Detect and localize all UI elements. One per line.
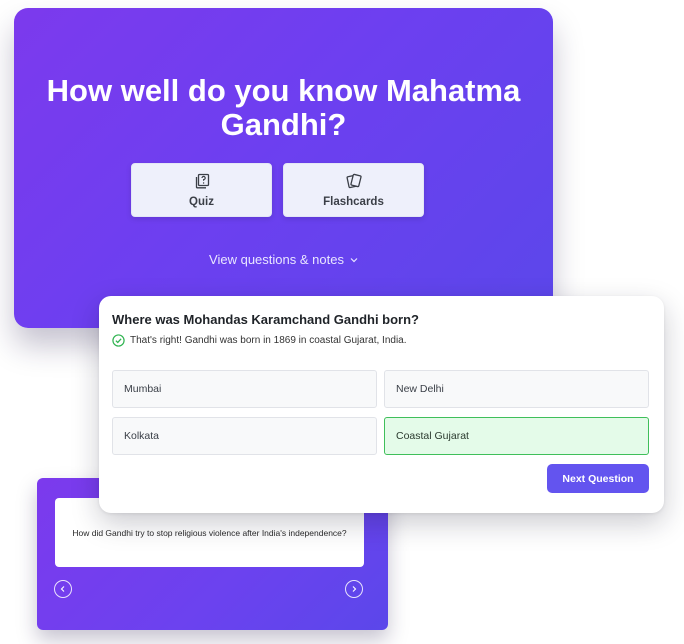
- answer-option-label: New Delhi: [396, 383, 444, 395]
- quiz-mode-label: Quiz: [189, 195, 214, 208]
- feedback-text: That's right! Gandhi was born in 1869 in…: [130, 335, 407, 346]
- chevron-down-icon: [350, 257, 358, 262]
- answer-option-label: Coastal Gujarat: [396, 430, 469, 442]
- stage: How well do you know Mahatma Gandhi? Qui…: [0, 0, 684, 644]
- flashcards-mode-button[interactable]: Flashcards: [283, 163, 424, 217]
- answer-option[interactable]: New Delhi: [384, 370, 649, 408]
- next-question-button[interactable]: Next Question: [547, 464, 649, 493]
- flashcard-question: How did Gandhi try to stop religious vio…: [72, 527, 347, 538]
- flashcard-prev-button[interactable]: [54, 580, 72, 598]
- answer-feedback: That's right! Gandhi was born in 1869 in…: [112, 334, 407, 347]
- quiz-hero-card: How well do you know Mahatma Gandhi? Qui…: [14, 8, 553, 328]
- question-card: Where was Mohandas Karamchand Gandhi bor…: [99, 296, 664, 513]
- view-questions-link[interactable]: View questions & notes: [14, 252, 553, 267]
- quiz-cards-icon: [195, 173, 209, 188]
- view-questions-label: View questions & notes: [209, 252, 344, 267]
- flashcards-mode-label: Flashcards: [323, 195, 384, 208]
- answer-option[interactable]: Mumbai: [112, 370, 377, 408]
- chevron-left-icon: [60, 586, 65, 592]
- quiz-mode-button[interactable]: Quiz: [131, 163, 272, 217]
- answer-option[interactable]: Kolkata: [112, 417, 377, 455]
- answer-option-label: Mumbai: [124, 383, 162, 395]
- answer-option-label: Kolkata: [124, 430, 160, 442]
- check-circle-icon: [112, 334, 125, 347]
- flashcard-next-button[interactable]: [345, 580, 363, 598]
- flashcards-icon: [345, 173, 362, 188]
- answer-option-correct[interactable]: Coastal Gujarat: [384, 417, 649, 455]
- hero-title: How well do you know Mahatma Gandhi?: [46, 73, 521, 142]
- chevron-right-icon: [352, 586, 357, 592]
- question-title: Where was Mohandas Karamchand Gandhi bor…: [112, 312, 419, 327]
